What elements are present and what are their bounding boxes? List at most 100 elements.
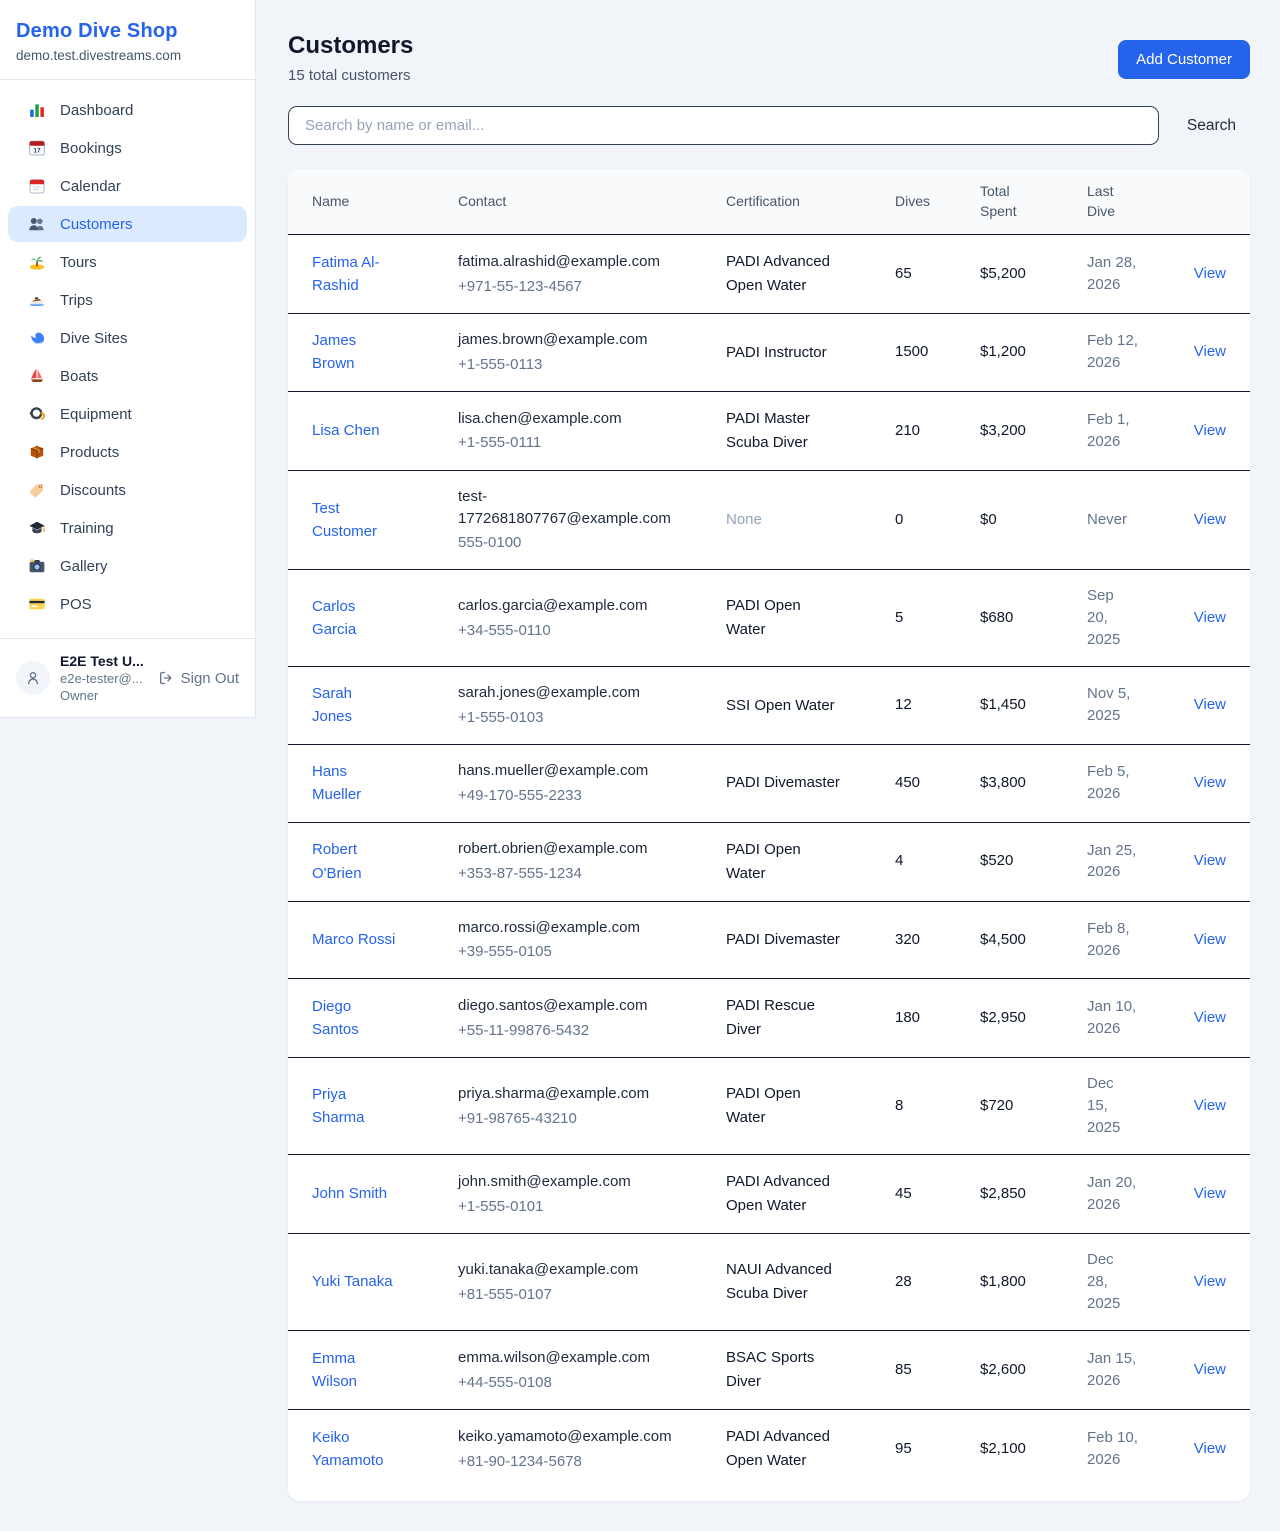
sign-out-button[interactable]: Sign Out [158,670,239,687]
view-customer-link[interactable]: View [1194,1273,1226,1290]
view-customer-link[interactable]: View [1194,1361,1226,1378]
sidebar-item-gallery[interactable]: Gallery [8,548,247,584]
customer-dives: 180 [879,979,964,1058]
customer-name-link[interactable]: Hans Mueller [312,760,396,807]
sidebar-item-label: Training [60,520,114,537]
add-customer-button[interactable]: Add Customer [1118,40,1250,79]
customer-name-link[interactable]: Keiko Yamamoto [312,1426,396,1473]
customer-dives: 12 [879,667,964,745]
customer-last-dive: Jan 10, 2026 [1071,979,1154,1058]
page-header-text: Customers 15 total customers [288,32,413,84]
search-button[interactable]: Search [1187,117,1236,135]
view-customer-link[interactable]: View [1194,1440,1226,1457]
customer-last-dive: Feb 12, 2026 [1071,314,1154,392]
sidebar-item-equipment[interactable]: Equipment [8,396,247,432]
customer-dives: 210 [879,391,964,470]
table-row: Carlos Garciacarlos.garcia@example.com+3… [288,570,1250,667]
customer-name-link[interactable]: Emma Wilson [312,1347,396,1394]
view-customer-link[interactable]: View [1194,774,1226,791]
customer-name-link[interactable]: Yuki Tanaka [312,1270,393,1293]
view-customer-link[interactable]: View [1194,852,1226,869]
view-customer-link[interactable]: View [1194,609,1226,626]
table-row: Fatima Al-Rashid fatima.alrashid@example.… [288,235,1250,314]
customer-phone: +81-555-0107 [458,1284,694,1306]
sidebar-item-trips[interactable]: Trips [8,282,247,318]
view-customer-link[interactable]: View [1194,696,1226,713]
customer-name-link[interactable]: James Brown [312,329,396,376]
sidebar-item-dive-sites[interactable]: Dive Sites [8,320,247,356]
customer-last-dive: Feb 1, 2026 [1071,391,1154,470]
sidebar-item-dashboard[interactable]: Dashboard [8,92,247,128]
customer-certification: PADI Open Water [710,1058,879,1155]
page-header: Customers 15 total customers Add Custome… [288,32,1250,84]
customer-name-link[interactable]: Fatima Al-Rashid [312,251,396,298]
customer-name-link[interactable]: Carlos Garcia [312,595,396,642]
customer-name-link[interactable]: Robert O'Brien [312,838,396,885]
customer-total-spent: $1,450 [964,667,1071,745]
customer-total-spent: $0 [964,470,1071,569]
sidebar-item-label: Tours [60,254,97,271]
customer-last-dive: Dec 15, 2025 [1071,1058,1154,1155]
customer-dives: 4 [879,822,964,901]
customer-dives: 5 [879,570,964,667]
view-customer-link[interactable]: View [1194,343,1226,360]
customer-phone: +81-90-1234-5678 [458,1451,694,1473]
customer-last-dive: Feb 10, 2026 [1071,1410,1154,1502]
main-content: Customers 15 total customers Add Custome… [256,0,1280,1531]
view-customer-link[interactable]: View [1194,422,1226,439]
customer-contact: fatima.alrashid@example.com+971-55-123-4… [442,235,710,314]
tours-icon [28,253,46,271]
dashboard-icon [28,101,46,119]
customer-name-link[interactable]: Diego Santos [312,995,396,1042]
view-customer-link[interactable]: View [1194,511,1226,528]
sidebar-item-products[interactable]: Products [8,434,247,470]
sign-out-icon [158,670,174,686]
customer-contact: emma.wilson@example.com+44-555-0108 [442,1331,710,1410]
customer-name-link[interactable]: Priya Sharma [312,1083,396,1130]
table-row: Hans Muellerhans.mueller@example.com+49-… [288,744,1250,822]
customer-name-link[interactable]: Test Customer [312,497,396,544]
customer-last-dive: Nov 5, 2025 [1071,667,1154,745]
customer-total-spent: $720 [964,1058,1071,1155]
sidebar-item-customers[interactable]: Customers [8,206,247,242]
sidebar-item-boats[interactable]: Boats [8,358,247,394]
view-customer-link[interactable]: View [1194,1009,1226,1026]
table-row: Yuki Tanakayuki.tanaka@example.com+81-55… [288,1234,1250,1331]
customer-phone: +39-555-0105 [458,941,694,963]
customer-email: john.smith@example.com [458,1171,686,1193]
customer-contact: lisa.chen@example.com+1-555-0111 [442,391,710,470]
customer-email: fatima.alrashid@example.com [458,251,686,273]
customer-name-link[interactable]: Sarah Jones [312,682,396,729]
customer-certification: None [710,470,879,569]
sidebar: Demo Dive Shop demo.test.divestreams.com… [0,0,256,718]
view-customer-link[interactable]: View [1194,265,1226,282]
sidebar-item-training[interactable]: Training [8,510,247,546]
sidebar-item-tours[interactable]: Tours [8,244,247,280]
sidebar-item-pos[interactable]: POS [8,586,247,622]
customer-total-spent: $4,500 [964,901,1071,979]
customer-last-dive: Jan 28, 2026 [1071,235,1154,314]
sidebar-item-discounts[interactable]: Discounts [8,472,247,508]
table-row: Emma Wilson emma.wilson@example.com+44-55… [288,1331,1250,1410]
customer-certification: PADI Advanced Open Water [710,235,879,314]
sidebar-item-bookings[interactable]: 17Bookings [8,130,247,166]
customer-name-link[interactable]: Lisa Chen [312,419,380,442]
customer-dives: 1500 [879,314,964,392]
sidebar-item-calendar[interactable]: Calendar [8,168,247,204]
svg-text:17: 17 [33,148,41,155]
view-customer-link[interactable]: View [1194,1185,1226,1202]
sidebar-user-section: E2E Test U... e2e-tester@... Owner Sign … [0,638,255,717]
customer-phone: +49-170-555-2233 [458,785,694,807]
customer-contact: sarah.jones@example.com+1-555-0103 [442,667,710,745]
shop-name: Demo Dive Shop [16,20,239,43]
customer-phone: +1-555-0113 [458,354,694,376]
search-input[interactable] [288,106,1159,145]
view-customer-link[interactable]: View [1194,1097,1226,1114]
table-row: Diego Santosdiego.santos@example.com+55-… [288,979,1250,1058]
customer-name-link[interactable]: Marco Rossi [312,928,395,951]
customer-contact: priya.sharma@example.com+91-98765-43210 [442,1058,710,1155]
customer-name-link[interactable]: John Smith [312,1182,387,1205]
shop-domain: demo.test.divestreams.com [16,48,239,63]
sidebar-item-label: POS [60,596,92,613]
view-customer-link[interactable]: View [1194,931,1226,948]
